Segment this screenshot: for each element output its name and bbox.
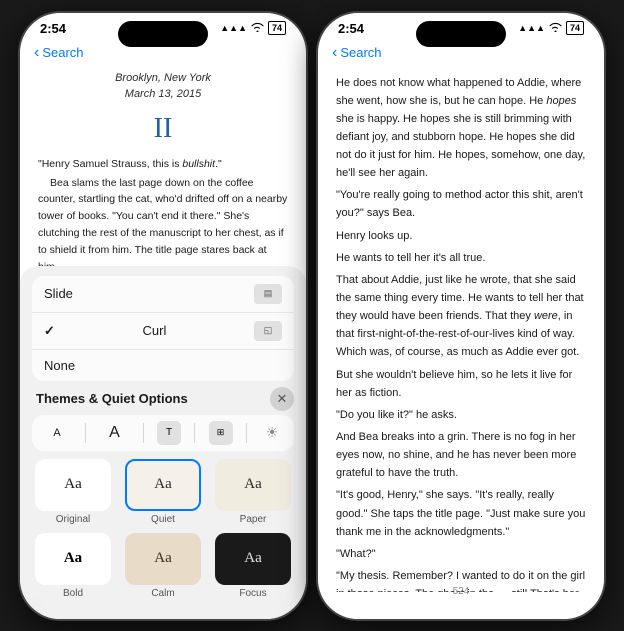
font-increase-button[interactable]: A (100, 421, 130, 445)
check-icon: ✓ (44, 323, 55, 339)
themes-title: Themes & Quiet Options (36, 391, 188, 406)
transition-curl-label: Curl (143, 323, 167, 338)
read-para-6: "Do you like it?" he asks. (336, 406, 586, 424)
theme-quiet-label: Quiet (151, 514, 175, 525)
right-wifi-icon (549, 22, 562, 35)
back-chevron-icon: ‹ (34, 44, 39, 62)
back-button[interactable]: ‹ Search (34, 44, 84, 62)
right-back-button[interactable]: ‹ Search (332, 44, 382, 62)
left-time: 2:54 (40, 21, 66, 36)
right-status-bar: 2:54 ▲▲▲ 74 (318, 13, 604, 40)
theme-paper[interactable]: Aa Paper (212, 459, 294, 525)
transition-none[interactable]: None (32, 350, 294, 381)
book-para-1: Bea slams the last page down on the coff… (38, 175, 288, 276)
page-number: 524 (453, 586, 470, 597)
theme-focus-label: Focus (239, 588, 266, 599)
themes-header: Themes & Quiet Options ✕ (36, 387, 294, 411)
font-style-icon[interactable]: T (157, 421, 181, 445)
right-signal-icon: ▲▲▲ (518, 23, 545, 33)
read-para-3: He wants to tell her it's all true. (336, 249, 586, 267)
right-time: 2:54 (338, 21, 364, 36)
theme-calm[interactable]: Aa Calm (122, 533, 204, 599)
book-location-line1: Brooklyn, New York (38, 70, 288, 87)
theme-original-label: Original (56, 514, 90, 525)
theme-quiet-preview[interactable]: Aa (125, 459, 201, 511)
transition-none-label: None (44, 358, 75, 373)
font-controls: A A T ⊞ ☀ (32, 415, 294, 451)
book-para-0: "Henry Samuel Strauss, this is bullshit.… (38, 156, 288, 173)
brightness-icon[interactable]: ☀ (260, 421, 284, 445)
divider-1 (85, 423, 86, 443)
right-phone: 2:54 ▲▲▲ 74 (316, 11, 606, 621)
font-decrease-button[interactable]: A (42, 421, 72, 445)
left-status-bar: 2:54 ▲▲▲ 74 (20, 13, 306, 40)
read-para-1: "You're really going to method actor thi… (336, 186, 586, 222)
theme-grid: Aa Original Aa Quiet Aa Paper Aa Bold (32, 459, 294, 599)
read-para-5: But she wouldn't believe him, so he lets… (336, 366, 586, 402)
theme-quiet[interactable]: Aa Quiet (122, 459, 204, 525)
slide-icon: ▤ (254, 284, 282, 304)
right-back-label: Search (340, 45, 381, 60)
read-para-2: Henry looks up. (336, 227, 586, 245)
battery-icon: 74 (268, 21, 286, 35)
theme-bold-label: Bold (63, 588, 83, 599)
read-para-9: "What?" (336, 545, 586, 563)
theme-calm-preview[interactable]: Aa (125, 533, 201, 585)
book-location-line2: March 13, 2015 (38, 86, 288, 103)
font-option-icon[interactable]: ⊞ (209, 421, 233, 445)
read-para-0: He does not know what happened to Addie,… (336, 74, 586, 183)
divider-4 (246, 423, 247, 443)
right-battery-icon: 74 (566, 21, 584, 35)
transition-slide[interactable]: Slide ▤ (32, 276, 294, 313)
theme-original-preview[interactable]: Aa (35, 459, 111, 511)
back-label: Search (42, 45, 83, 60)
signal-icon: ▲▲▲ (220, 23, 247, 33)
transition-slide-label: Slide (44, 286, 73, 301)
read-para-7: And Bea breaks into a grin. There is no … (336, 428, 586, 482)
theme-bold-preview[interactable]: Aa (35, 533, 111, 585)
theme-paper-label: Paper (240, 514, 267, 525)
bottom-panel: Slide ▤ ✓ Curl ◱ None Themes & Qui (20, 266, 306, 619)
theme-bold[interactable]: Aa Bold (32, 533, 114, 599)
theme-focus[interactable]: Aa Focus (212, 533, 294, 599)
book-header: Brooklyn, New York March 13, 2015 (38, 70, 288, 103)
wifi-icon (251, 22, 264, 35)
read-para-4: That about Addie, just like he wrote, th… (336, 271, 586, 362)
transition-options: Slide ▤ ✓ Curl ◱ None (32, 276, 294, 381)
transition-curl[interactable]: ✓ Curl ◱ (32, 313, 294, 350)
left-phone: 2:54 ▲▲▲ 74 (18, 11, 308, 621)
right-reading-content: He does not know what happened to Addie,… (318, 66, 604, 592)
theme-original[interactable]: Aa Original (32, 459, 114, 525)
right-status-icons: ▲▲▲ 74 (518, 21, 584, 35)
right-back-chevron-icon: ‹ (332, 44, 337, 62)
chapter-number: II (38, 107, 288, 150)
theme-paper-preview[interactable]: Aa (215, 459, 291, 511)
curl-icon: ◱ (254, 321, 282, 341)
close-button[interactable]: ✕ (270, 387, 294, 411)
divider-2 (143, 423, 144, 443)
theme-calm-label: Calm (151, 588, 174, 599)
read-para-8: "It's good, Henry," she says. "It's real… (336, 486, 586, 540)
divider-3 (194, 423, 195, 443)
left-status-icons: ▲▲▲ 74 (220, 21, 286, 35)
theme-focus-preview[interactable]: Aa (215, 533, 291, 585)
